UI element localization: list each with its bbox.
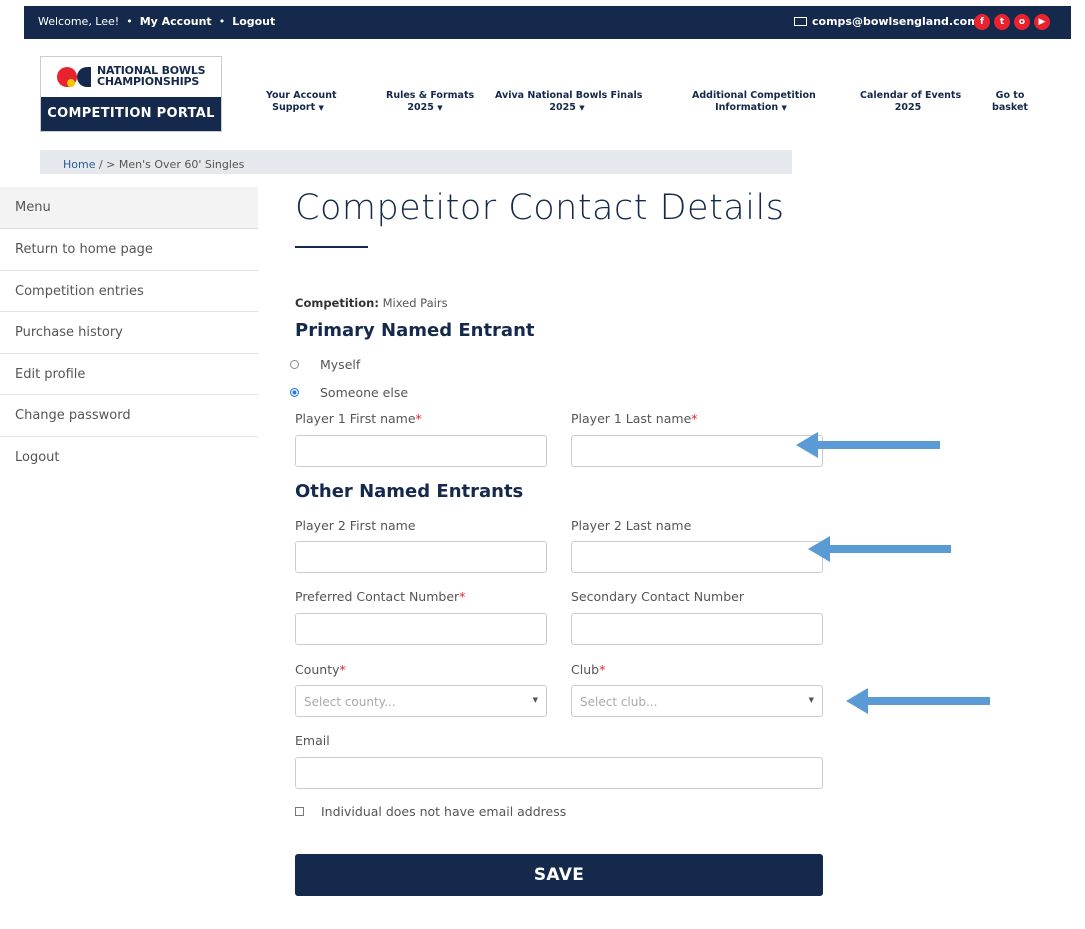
radio-someone-else-label: Someone else <box>320 385 409 400</box>
mail-icon <box>794 17 807 26</box>
annotation-arrow-icon <box>808 536 951 562</box>
no-email-checkbox-row[interactable]: Individual does not have email address <box>295 804 566 819</box>
secondary-contact-label: Secondary Contact Number <box>571 589 744 604</box>
county-select[interactable]: Select county... ▼ <box>295 685 547 717</box>
logo-line-2: CHAMPIONSHIPS <box>97 75 200 88</box>
county-label: County* <box>295 662 346 677</box>
sidebar-item-purchase-history[interactable]: Purchase history <box>0 312 258 354</box>
chevron-down-icon: ▼ <box>437 104 443 112</box>
separator: • <box>218 15 226 28</box>
twitter-icon[interactable]: t <box>994 14 1010 30</box>
preferred-contact-label: Preferred Contact Number* <box>295 589 466 604</box>
instagram-icon[interactable]: o <box>1014 14 1030 30</box>
other-entrants-heading: Other Named Entrants <box>295 481 524 502</box>
nav-aviva-finals[interactable]: Aviva National Bowls Finals 2025 ▼ <box>495 90 642 114</box>
annotation-arrow-icon <box>846 688 990 714</box>
chevron-down-icon: ▼ <box>781 104 787 112</box>
email-input[interactable] <box>295 757 823 789</box>
player1-first-label: Player 1 First name* <box>295 411 422 426</box>
chevron-down-icon: ▼ <box>318 104 324 112</box>
club-placeholder: Select club... <box>580 695 658 709</box>
player1-first-input[interactable] <box>295 435 547 467</box>
radio-myself[interactable]: Myself <box>290 357 360 372</box>
competition-value: Mixed Pairs <box>382 296 448 310</box>
player1-last-label: Player 1 Last name* <box>571 411 698 426</box>
sidebar-item-logout[interactable]: Logout <box>0 437 258 479</box>
secondary-contact-input[interactable] <box>571 613 823 645</box>
breadcrumb-home-link[interactable]: Home <box>63 158 95 171</box>
logo-portal-text: COMPETITION PORTAL <box>41 97 221 131</box>
welcome-text: Welcome, Lee! <box>38 15 120 28</box>
primary-entrant-heading: Primary Named Entrant <box>295 320 535 341</box>
sidebar-item-competition-entries[interactable]: Competition entries <box>0 271 258 312</box>
nav-your-account-support[interactable]: Your Account Support ▼ <box>266 90 337 114</box>
competition-portal-logo[interactable]: NATIONAL BOWLS CHAMPIONSHIPS COMPETITION… <box>40 56 222 132</box>
radio-someone-else-circle[interactable] <box>290 388 299 397</box>
county-placeholder: Select county... <box>304 695 396 709</box>
email-label: Email <box>295 733 330 748</box>
player1-last-input[interactable] <box>571 435 823 467</box>
breadcrumb-current: / > Men's Over 60' Singles <box>95 158 245 171</box>
competition-label: Competition: <box>295 296 379 310</box>
preferred-contact-input[interactable] <box>295 613 547 645</box>
title-underline <box>295 246 368 248</box>
welcome-area: Welcome, Lee! • My Account • Logout <box>38 15 275 28</box>
page-title: Competitor Contact Details <box>295 188 785 228</box>
no-email-label: Individual does not have email address <box>321 804 567 819</box>
player2-last-label: Player 2 Last name <box>571 518 692 533</box>
email-text: comps@bowlsengland.com <box>812 15 979 28</box>
top-bar: Welcome, Lee! • My Account • Logout comp… <box>24 6 1071 39</box>
chevron-down-icon: ▼ <box>579 104 585 112</box>
radio-someone-else[interactable]: Someone else <box>290 385 408 400</box>
save-button[interactable]: SAVE <box>295 854 823 896</box>
nav-basket[interactable]: Go to basket <box>990 90 1030 114</box>
nav-rules-formats[interactable]: Rules & Formats 2025 ▼ <box>386 90 474 114</box>
annotation-arrow-icon <box>796 432 940 458</box>
separator: • <box>126 15 133 28</box>
nav-calendar[interactable]: Calendar of Events 2025 <box>860 90 961 114</box>
email-link[interactable]: comps@bowlsengland.com <box>794 15 979 28</box>
radio-myself-circle[interactable] <box>290 360 299 369</box>
no-email-checkbox[interactable] <box>295 807 304 816</box>
bowls-logo-icon <box>57 67 93 87</box>
player2-first-input[interactable] <box>295 541 547 573</box>
player2-last-input[interactable] <box>571 541 823 573</box>
nav-additional-info[interactable]: Additional Competition Information ▼ <box>692 90 816 114</box>
breadcrumb: Home / > Men's Over 60' Singles <box>40 150 792 174</box>
player2-first-label: Player 2 First name <box>295 518 416 533</box>
sidebar-heading: Menu <box>0 187 258 229</box>
club-select[interactable]: Select club... ▼ <box>571 685 823 717</box>
facebook-icon[interactable]: f <box>974 14 990 30</box>
sidebar-item-change-password[interactable]: Change password <box>0 395 258 437</box>
club-label: Club* <box>571 662 606 677</box>
radio-myself-label: Myself <box>320 357 361 372</box>
my-account-link[interactable]: My Account <box>140 15 212 28</box>
youtube-icon[interactable]: ▶ <box>1034 14 1050 30</box>
competition-line: Competition: Mixed Pairs <box>295 296 448 310</box>
chevron-down-icon: ▼ <box>808 696 814 704</box>
sidebar-menu: Menu Return to home page Competition ent… <box>0 187 258 478</box>
sidebar-item-edit-profile[interactable]: Edit profile <box>0 354 258 395</box>
logout-link[interactable]: Logout <box>232 15 275 28</box>
chevron-down-icon: ▼ <box>532 696 538 704</box>
sidebar-item-return-home[interactable]: Return to home page <box>0 229 258 271</box>
